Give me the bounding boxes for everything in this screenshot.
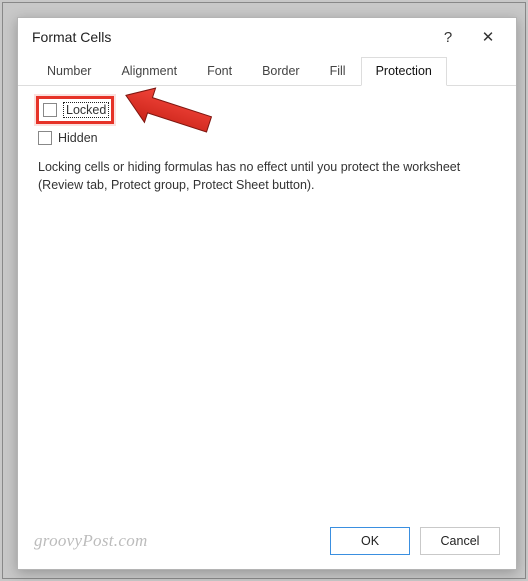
close-button[interactable]: ✕ — [468, 22, 508, 52]
hidden-checkbox[interactable] — [38, 131, 52, 145]
ok-button-label: OK — [361, 534, 379, 548]
tab-label: Number — [47, 64, 91, 78]
locked-checkbox[interactable] — [43, 103, 57, 117]
locked-checkbox-row[interactable]: Locked — [38, 100, 496, 120]
tab-label: Font — [207, 64, 232, 78]
protection-info-text: Locking cells or hiding formulas has no … — [38, 158, 496, 194]
titlebar: Format Cells ? ✕ — [18, 18, 516, 56]
tab-alignment[interactable]: Alignment — [106, 57, 192, 86]
tab-label: Protection — [376, 64, 432, 78]
format-cells-dialog: Format Cells ? ✕ Number Alignment Font B… — [17, 17, 517, 570]
tab-protection[interactable]: Protection — [361, 57, 447, 86]
cancel-button[interactable]: Cancel — [420, 527, 500, 555]
hidden-label: Hidden — [58, 131, 98, 145]
tab-label: Border — [262, 64, 300, 78]
dialog-footer: groovyPost.com OK Cancel — [18, 513, 516, 569]
screenshot-frame: Format Cells ? ✕ Number Alignment Font B… — [2, 2, 526, 579]
tab-strip: Number Alignment Font Border Fill Protec… — [18, 56, 516, 86]
close-icon: ✕ — [482, 28, 495, 46]
tab-label: Fill — [330, 64, 346, 78]
tab-font[interactable]: Font — [192, 57, 247, 86]
tab-number[interactable]: Number — [32, 57, 106, 86]
help-icon: ? — [444, 29, 452, 46]
dialog-title: Format Cells — [32, 29, 111, 45]
help-button[interactable]: ? — [428, 22, 468, 52]
tab-label: Alignment — [121, 64, 177, 78]
protection-panel: Locked Hidden Locking cells or hiding fo… — [18, 86, 516, 513]
cancel-button-label: Cancel — [441, 534, 480, 548]
ok-button[interactable]: OK — [330, 527, 410, 555]
tab-fill[interactable]: Fill — [315, 57, 361, 86]
hidden-checkbox-row[interactable]: Hidden — [38, 128, 496, 148]
locked-label: Locked — [63, 102, 109, 118]
watermark-text: groovyPost.com — [34, 531, 148, 551]
tab-border[interactable]: Border — [247, 57, 315, 86]
